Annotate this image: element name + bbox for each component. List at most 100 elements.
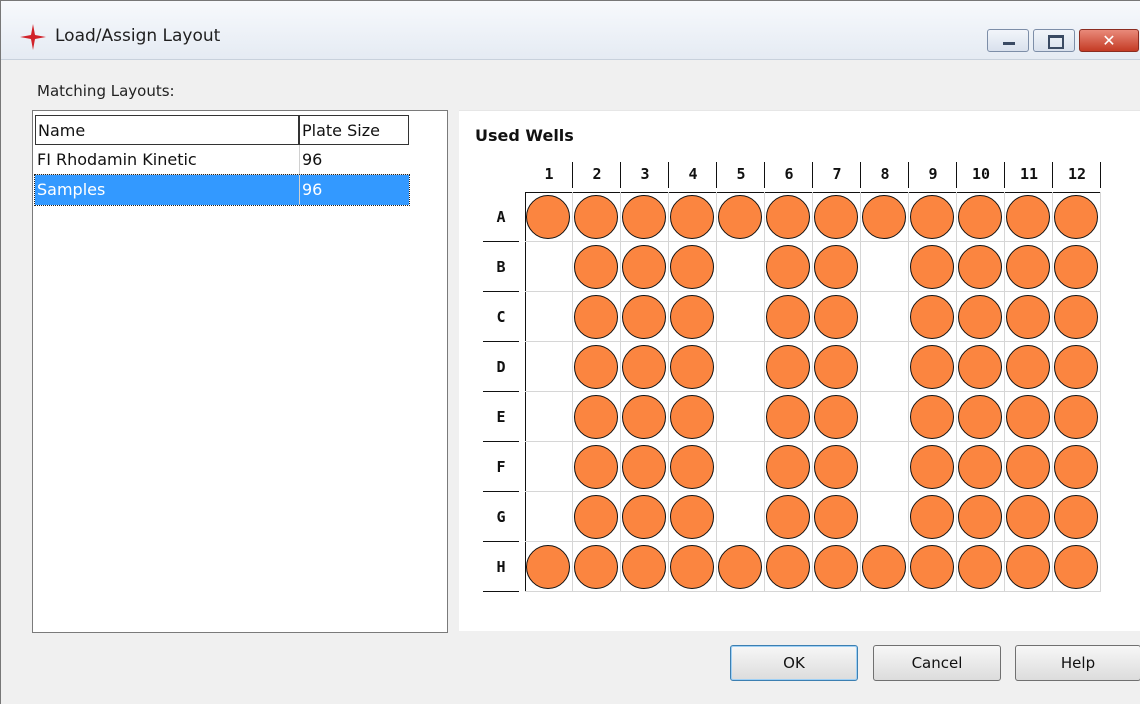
well-cell-D1[interactable]	[525, 342, 573, 392]
well-cell-F11[interactable]	[1005, 442, 1053, 492]
well-cell-E4[interactable]	[669, 392, 717, 442]
well-cell-F9[interactable]	[909, 442, 957, 492]
minimize-button[interactable]	[987, 29, 1029, 52]
well-cell-C8[interactable]	[861, 292, 909, 342]
well-cell-F3[interactable]	[621, 442, 669, 492]
well-cell-G7[interactable]	[813, 492, 861, 542]
well-cell-D9[interactable]	[909, 342, 957, 392]
well-cell-C5[interactable]	[717, 292, 765, 342]
well-cell-H7[interactable]	[813, 542, 861, 592]
well-cell-B11[interactable]	[1005, 242, 1053, 292]
well-cell-D3[interactable]	[621, 342, 669, 392]
well-cell-E1[interactable]	[525, 392, 573, 442]
well-cell-G9[interactable]	[909, 492, 957, 542]
well-cell-A7[interactable]	[813, 192, 861, 242]
well-cell-C3[interactable]	[621, 292, 669, 342]
well-cell-B7[interactable]	[813, 242, 861, 292]
well-cell-C4[interactable]	[669, 292, 717, 342]
well-cell-A2[interactable]	[573, 192, 621, 242]
well-cell-E9[interactable]	[909, 392, 957, 442]
well-cell-C7[interactable]	[813, 292, 861, 342]
well-cell-C10[interactable]	[957, 292, 1005, 342]
well-cell-B8[interactable]	[861, 242, 909, 292]
well-cell-G11[interactable]	[1005, 492, 1053, 542]
well-cell-E11[interactable]	[1005, 392, 1053, 442]
well-cell-C9[interactable]	[909, 292, 957, 342]
cancel-button[interactable]: Cancel	[873, 645, 1001, 681]
well-cell-H8[interactable]	[861, 542, 909, 592]
well-cell-F6[interactable]	[765, 442, 813, 492]
well-cell-D8[interactable]	[861, 342, 909, 392]
well-cell-G10[interactable]	[957, 492, 1005, 542]
well-cell-A9[interactable]	[909, 192, 957, 242]
well-cell-D12[interactable]	[1053, 342, 1101, 392]
well-cell-B10[interactable]	[957, 242, 1005, 292]
well-cell-D7[interactable]	[813, 342, 861, 392]
well-cell-F1[interactable]	[525, 442, 573, 492]
well-cell-A1[interactable]	[525, 192, 573, 242]
well-cell-B5[interactable]	[717, 242, 765, 292]
well-cell-A5[interactable]	[717, 192, 765, 242]
well-cell-G4[interactable]	[669, 492, 717, 542]
well-cell-C11[interactable]	[1005, 292, 1053, 342]
list-item[interactable]: FI Rhodamin Kinetic 96	[35, 145, 409, 175]
well-cell-D6[interactable]	[765, 342, 813, 392]
list-item-selected[interactable]: Samples 96	[34, 174, 410, 206]
well-cell-A6[interactable]	[765, 192, 813, 242]
well-cell-H9[interactable]	[909, 542, 957, 592]
well-cell-H10[interactable]	[957, 542, 1005, 592]
well-cell-E8[interactable]	[861, 392, 909, 442]
well-cell-E5[interactable]	[717, 392, 765, 442]
well-cell-B6[interactable]	[765, 242, 813, 292]
well-cell-C6[interactable]	[765, 292, 813, 342]
well-cell-G12[interactable]	[1053, 492, 1101, 542]
well-cell-B1[interactable]	[525, 242, 573, 292]
well-cell-B12[interactable]	[1053, 242, 1101, 292]
well-cell-B2[interactable]	[573, 242, 621, 292]
well-cell-E7[interactable]	[813, 392, 861, 442]
well-cell-A11[interactable]	[1005, 192, 1053, 242]
well-cell-B9[interactable]	[909, 242, 957, 292]
well-cell-E3[interactable]	[621, 392, 669, 442]
well-cell-G6[interactable]	[765, 492, 813, 542]
well-cell-G5[interactable]	[717, 492, 765, 542]
well-cell-C2[interactable]	[573, 292, 621, 342]
well-cell-F2[interactable]	[573, 442, 621, 492]
well-cell-H3[interactable]	[621, 542, 669, 592]
well-cell-H5[interactable]	[717, 542, 765, 592]
well-cell-E2[interactable]	[573, 392, 621, 442]
well-cell-G8[interactable]	[861, 492, 909, 542]
well-cell-C12[interactable]	[1053, 292, 1101, 342]
close-button[interactable]: ✕	[1079, 29, 1139, 52]
well-cell-B4[interactable]	[669, 242, 717, 292]
well-cell-A4[interactable]	[669, 192, 717, 242]
well-cell-F8[interactable]	[861, 442, 909, 492]
well-cell-H11[interactable]	[1005, 542, 1053, 592]
well-cell-H2[interactable]	[573, 542, 621, 592]
well-cell-F12[interactable]	[1053, 442, 1101, 492]
well-cell-F4[interactable]	[669, 442, 717, 492]
well-cell-H4[interactable]	[669, 542, 717, 592]
well-cell-A12[interactable]	[1053, 192, 1101, 242]
well-cell-H12[interactable]	[1053, 542, 1101, 592]
help-button[interactable]: Help	[1015, 645, 1140, 681]
well-cell-D10[interactable]	[957, 342, 1005, 392]
well-cell-D5[interactable]	[717, 342, 765, 392]
well-cell-A10[interactable]	[957, 192, 1005, 242]
well-cell-F10[interactable]	[957, 442, 1005, 492]
column-header-plate-size[interactable]: Plate Size	[299, 115, 409, 145]
well-cell-G3[interactable]	[621, 492, 669, 542]
well-cell-B3[interactable]	[621, 242, 669, 292]
title-bar[interactable]: Load/Assign Layout ✕	[1, 1, 1140, 60]
well-cell-H6[interactable]	[765, 542, 813, 592]
well-cell-E10[interactable]	[957, 392, 1005, 442]
well-cell-F5[interactable]	[717, 442, 765, 492]
well-cell-H1[interactable]	[525, 542, 573, 592]
matching-layouts-list[interactable]: Name Plate Size FI Rhodamin Kinetic 96 S…	[32, 110, 448, 633]
well-cell-D11[interactable]	[1005, 342, 1053, 392]
well-cell-C1[interactable]	[525, 292, 573, 342]
well-cell-E12[interactable]	[1053, 392, 1101, 442]
well-cell-A8[interactable]	[861, 192, 909, 242]
well-cell-D4[interactable]	[669, 342, 717, 392]
well-cell-G2[interactable]	[573, 492, 621, 542]
